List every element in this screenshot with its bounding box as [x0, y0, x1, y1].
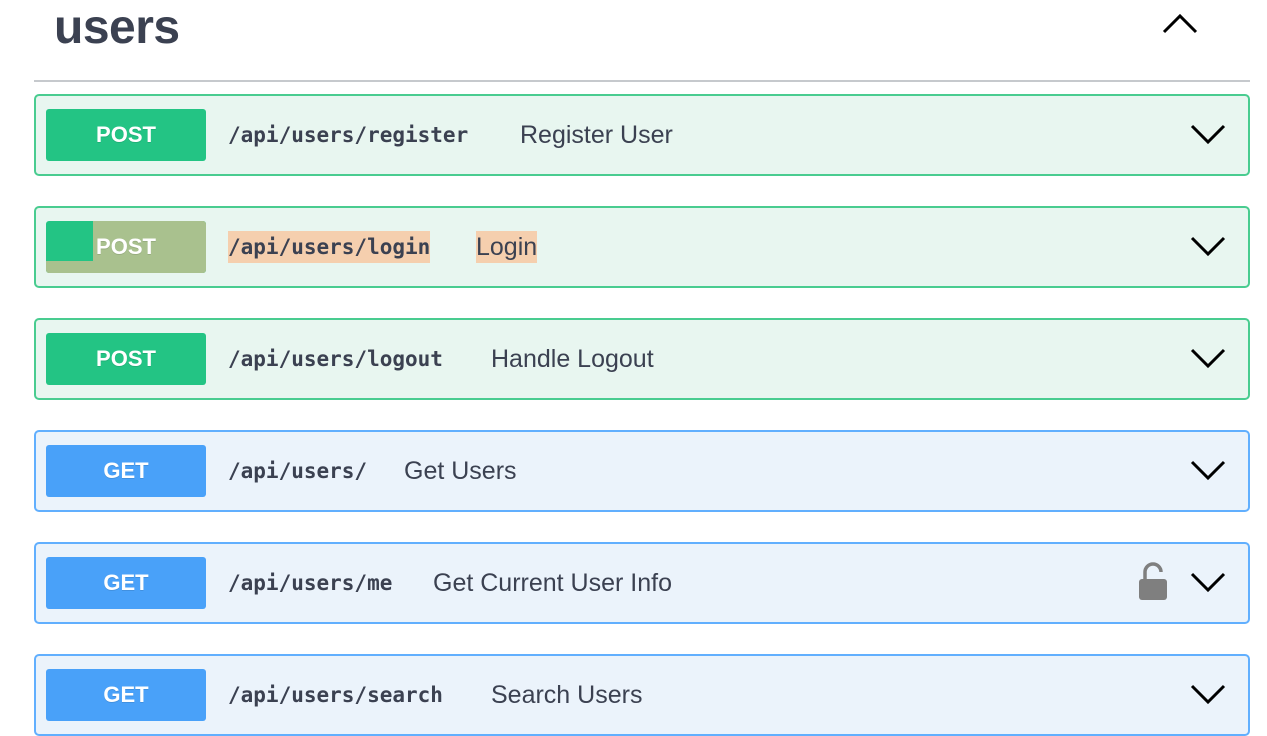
operation-post-login[interactable]: POST /api/users/login Login	[34, 206, 1250, 288]
chevron-down-icon[interactable]	[1190, 566, 1226, 594]
operation-summary-text: Get Current User Info	[433, 569, 672, 597]
chevron-down-icon[interactable]	[1190, 678, 1226, 706]
operation-get-users[interactable]: GET /api/users/ Get Users	[34, 430, 1250, 512]
operation-post-register[interactable]: POST /api/users/register Register User	[34, 94, 1250, 176]
section-title: users	[54, 1, 180, 54]
operation-path: /api/users/register	[228, 123, 469, 147]
method-badge: POST	[96, 234, 156, 259]
operation-summary[interactable]: POST /api/users/register Register User	[36, 96, 1248, 174]
operation-summary[interactable]: POST /api/users/logout Handle Logout	[36, 320, 1248, 398]
operation-summary-text: Login	[476, 231, 538, 263]
chevron-down-icon[interactable]	[1190, 454, 1226, 482]
chevron-up-icon[interactable]	[1162, 12, 1198, 40]
operation-path: /api/users/login	[228, 231, 431, 263]
method-badge: GET	[46, 669, 206, 721]
operation-summary-text: Get Users	[404, 457, 517, 485]
method-badge: GET	[46, 557, 206, 609]
method-badge: POST	[46, 109, 206, 161]
operation-summary[interactable]: GET /api/users/ Get Users	[36, 432, 1248, 510]
operation-summary[interactable]: POST /api/users/login Login	[36, 208, 1248, 286]
unlocked-lock-icon[interactable]	[1138, 561, 1168, 601]
operation-get-me[interactable]: GET /api/users/me Get Current User Info	[34, 542, 1250, 624]
chevron-down-icon[interactable]	[1190, 230, 1226, 258]
users-section-header[interactable]: users	[34, 0, 1250, 82]
operation-path: /api/users/	[228, 459, 368, 483]
operation-summary-text: Register User	[520, 121, 673, 149]
operation-summary-text: Search Users	[491, 681, 643, 709]
method-badge: POST	[46, 333, 206, 385]
operation-summary[interactable]: GET /api/users/me Get Current User Info	[36, 544, 1248, 622]
operation-path: /api/users/search	[228, 683, 443, 707]
method-badge: GET	[46, 445, 206, 497]
chevron-down-icon[interactable]	[1190, 118, 1226, 146]
operation-path: /api/users/logout	[228, 347, 443, 371]
operation-summary-text: Handle Logout	[491, 345, 654, 373]
operation-summary[interactable]: GET /api/users/search Search Users	[36, 656, 1248, 734]
operation-path: /api/users/me	[228, 571, 393, 595]
chevron-down-icon[interactable]	[1190, 342, 1226, 370]
operation-post-logout[interactable]: POST /api/users/logout Handle Logout	[34, 318, 1250, 400]
operation-get-search[interactable]: GET /api/users/search Search Users	[34, 654, 1250, 736]
